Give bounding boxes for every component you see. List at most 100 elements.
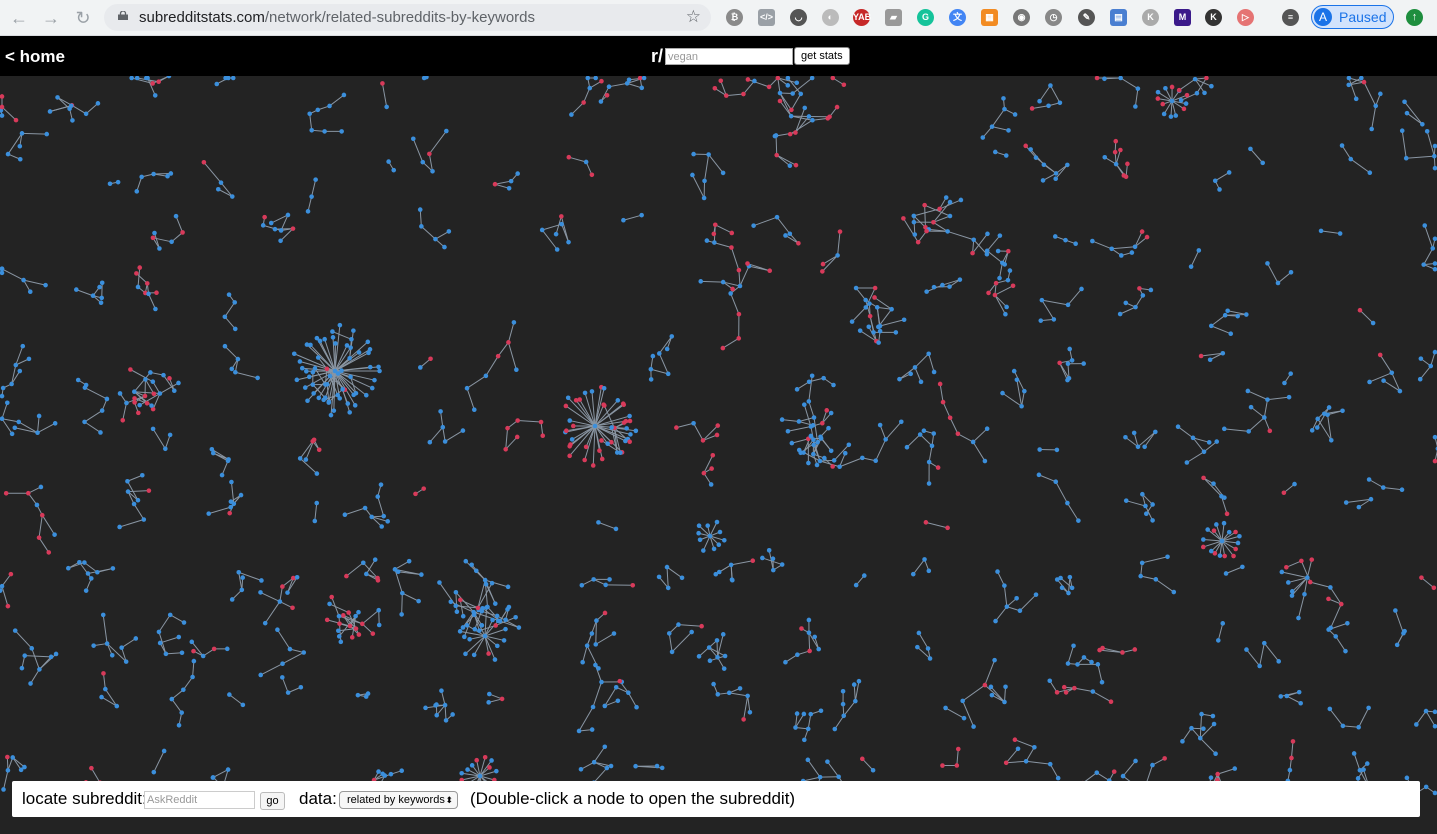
subreddit-node[interactable]	[1248, 404, 1254, 410]
subreddit-node[interactable]	[359, 621, 365, 627]
update-icon[interactable]: ↑	[1406, 9, 1423, 26]
subreddit-node[interactable]	[471, 407, 477, 413]
subreddit-node[interactable]	[634, 704, 639, 710]
subreddit-node[interactable]	[486, 700, 491, 705]
subreddit-node[interactable]	[503, 626, 508, 632]
subreddit-node[interactable]	[745, 77, 751, 82]
subreddit-node[interactable]	[1023, 143, 1029, 149]
subreddit-node[interactable]	[1081, 361, 1086, 366]
subreddit-node[interactable]	[985, 231, 990, 237]
subreddit-node[interactable]	[566, 239, 571, 245]
subreddit-node[interactable]	[303, 457, 309, 462]
subreddit-node[interactable]	[770, 567, 776, 573]
subreddit-node[interactable]	[453, 589, 459, 595]
subreddit-node[interactable]	[1417, 376, 1423, 382]
subreddit-node[interactable]	[715, 692, 721, 697]
subreddit-node[interactable]	[789, 440, 795, 446]
subreddit-node[interactable]	[1370, 320, 1376, 326]
subreddit-node[interactable]	[290, 575, 296, 581]
subreddit-node[interactable]	[707, 533, 713, 539]
subreddit-node[interactable]	[482, 754, 488, 760]
subreddit-node[interactable]	[1237, 533, 1242, 539]
subreddit-node[interactable]	[945, 525, 950, 531]
subreddit-node[interactable]	[104, 396, 110, 402]
subreddit-node[interactable]	[1309, 428, 1315, 433]
subreddit-node[interactable]	[1432, 261, 1437, 266]
subreddit-node[interactable]	[770, 556, 776, 562]
subreddit-node[interactable]	[26, 356, 32, 362]
subreddit-node[interactable]	[820, 261, 826, 267]
subreddit-node[interactable]	[324, 366, 330, 372]
subreddit-node[interactable]	[0, 270, 5, 276]
code-icon[interactable]: </>	[758, 9, 775, 26]
subreddit-node[interactable]	[582, 457, 587, 463]
subreddit-node[interactable]	[805, 726, 811, 732]
subreddit-node[interactable]	[1235, 313, 1240, 319]
subreddit-node[interactable]	[1202, 90, 1207, 96]
subreddit-node[interactable]	[494, 768, 499, 774]
subreddit-node[interactable]	[290, 226, 296, 231]
subreddit-node[interactable]	[314, 500, 320, 506]
subreddit-node[interactable]	[1326, 627, 1331, 632]
subreddit-node[interactable]	[1003, 153, 1009, 158]
subreddit-node[interactable]	[352, 403, 358, 408]
subreddit-node[interactable]	[1113, 138, 1119, 144]
subreddit-node[interactable]	[538, 419, 544, 425]
subreddit-node[interactable]	[961, 715, 967, 721]
subreddit-node[interactable]	[876, 340, 881, 345]
subreddit-node[interactable]	[699, 623, 704, 629]
subreddit-node[interactable]	[17, 156, 23, 162]
subreddit-node[interactable]	[669, 334, 675, 339]
subreddit-node[interactable]	[224, 646, 230, 652]
subreddit-node[interactable]	[995, 248, 1001, 254]
subreddit-node[interactable]	[613, 526, 619, 532]
subreddit-node[interactable]	[305, 398, 310, 404]
subreddit-node[interactable]	[674, 425, 679, 430]
subreddit-node[interactable]	[413, 491, 418, 497]
subreddit-node[interactable]	[107, 181, 113, 187]
subreddit-node[interactable]	[83, 588, 89, 593]
subreddit-node[interactable]	[1284, 693, 1290, 699]
subreddit-node[interactable]	[801, 402, 807, 407]
grid-icon[interactable]: ▦	[981, 9, 998, 26]
subreddit-node[interactable]	[710, 452, 716, 458]
subreddit-node[interactable]	[691, 151, 696, 157]
subreddit-node[interactable]	[438, 409, 443, 414]
subreddit-node[interactable]	[1123, 300, 1129, 306]
subreddit-node[interactable]	[117, 391, 123, 396]
subreddit-node[interactable]	[669, 649, 675, 655]
subreddit-node[interactable]	[503, 617, 508, 623]
subreddit-node[interactable]	[117, 524, 122, 530]
subreddit-node[interactable]	[376, 769, 381, 774]
subreddit-node[interactable]	[806, 617, 812, 623]
subreddit-node[interactable]	[1220, 350, 1226, 356]
subreddit-node[interactable]	[1305, 575, 1310, 580]
subreddit-node[interactable]	[915, 644, 920, 650]
subreddit-node[interactable]	[503, 446, 509, 452]
subreddit-node[interactable]	[867, 301, 872, 306]
subreddit-node[interactable]	[831, 382, 836, 388]
subreddit-node[interactable]	[301, 650, 307, 655]
subreddit-node[interactable]	[82, 560, 87, 565]
subreddit-node[interactable]	[1432, 709, 1437, 715]
subreddit-node[interactable]	[1199, 711, 1204, 717]
subreddit-node[interactable]	[1402, 628, 1407, 634]
subreddit-node[interactable]	[799, 626, 804, 631]
subreddit-node[interactable]	[747, 709, 753, 715]
subreddit-node[interactable]	[1003, 311, 1008, 317]
subreddit-node[interactable]	[711, 546, 717, 552]
subreddit-node[interactable]	[9, 431, 15, 437]
subreddit-node[interactable]	[828, 410, 834, 416]
subreddit-node[interactable]	[219, 472, 225, 478]
subreddit-node[interactable]	[1276, 659, 1282, 664]
subreddit-node[interactable]	[347, 410, 353, 415]
subreddit-node[interactable]	[1257, 663, 1262, 669]
subreddit-node[interactable]	[1217, 553, 1223, 558]
subreddit-node[interactable]	[1120, 773, 1126, 779]
subreddit-node[interactable]	[230, 76, 236, 81]
subreddit-node[interactable]	[1065, 500, 1070, 506]
subreddit-node[interactable]	[1192, 76, 1198, 82]
subreddit-node[interactable]	[347, 623, 353, 629]
subreddit-node[interactable]	[1432, 349, 1437, 355]
subreddit-node[interactable]	[1244, 647, 1249, 652]
